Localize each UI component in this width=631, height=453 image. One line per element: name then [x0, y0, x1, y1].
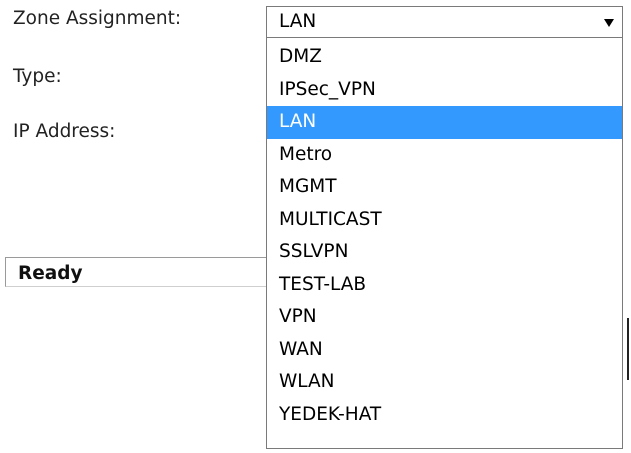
zone-option-wlan[interactable]: WLAN	[267, 366, 622, 399]
zone-assignment-select[interactable]: LAN	[266, 6, 623, 38]
ip-address-label: IP Address:	[13, 121, 116, 142]
zone-option-mgmt[interactable]: MGMT	[267, 171, 622, 204]
zone-option-metro[interactable]: Metro	[267, 139, 622, 172]
zone-options-list: DMZ IPSec_VPN LAN Metro MGMT MULTICAST S…	[266, 37, 623, 449]
zone-option-lan[interactable]: LAN	[267, 106, 622, 139]
type-label: Type:	[13, 66, 62, 87]
zone-option-yedek-hat[interactable]: YEDEK-HAT	[267, 399, 622, 432]
panel-edge-divider	[627, 318, 629, 380]
zone-option-vpn[interactable]: VPN	[267, 301, 622, 334]
status-text: Ready	[18, 263, 83, 284]
zone-select-value: LAN	[279, 11, 317, 32]
zone-option-test-lab[interactable]: TEST-LAB	[267, 269, 622, 302]
zone-option-wan[interactable]: WAN	[267, 334, 622, 367]
zone-option-ipsec-vpn[interactable]: IPSec_VPN	[267, 74, 622, 107]
zone-option-dmz[interactable]: DMZ	[267, 41, 622, 74]
zone-assignment-label: Zone Assignment:	[13, 8, 182, 29]
zone-option-sslvpn[interactable]: SSLVPN	[267, 236, 622, 269]
dropdown-arrow-icon[interactable]	[604, 19, 614, 27]
zone-option-multicast[interactable]: MULTICAST	[267, 204, 622, 237]
